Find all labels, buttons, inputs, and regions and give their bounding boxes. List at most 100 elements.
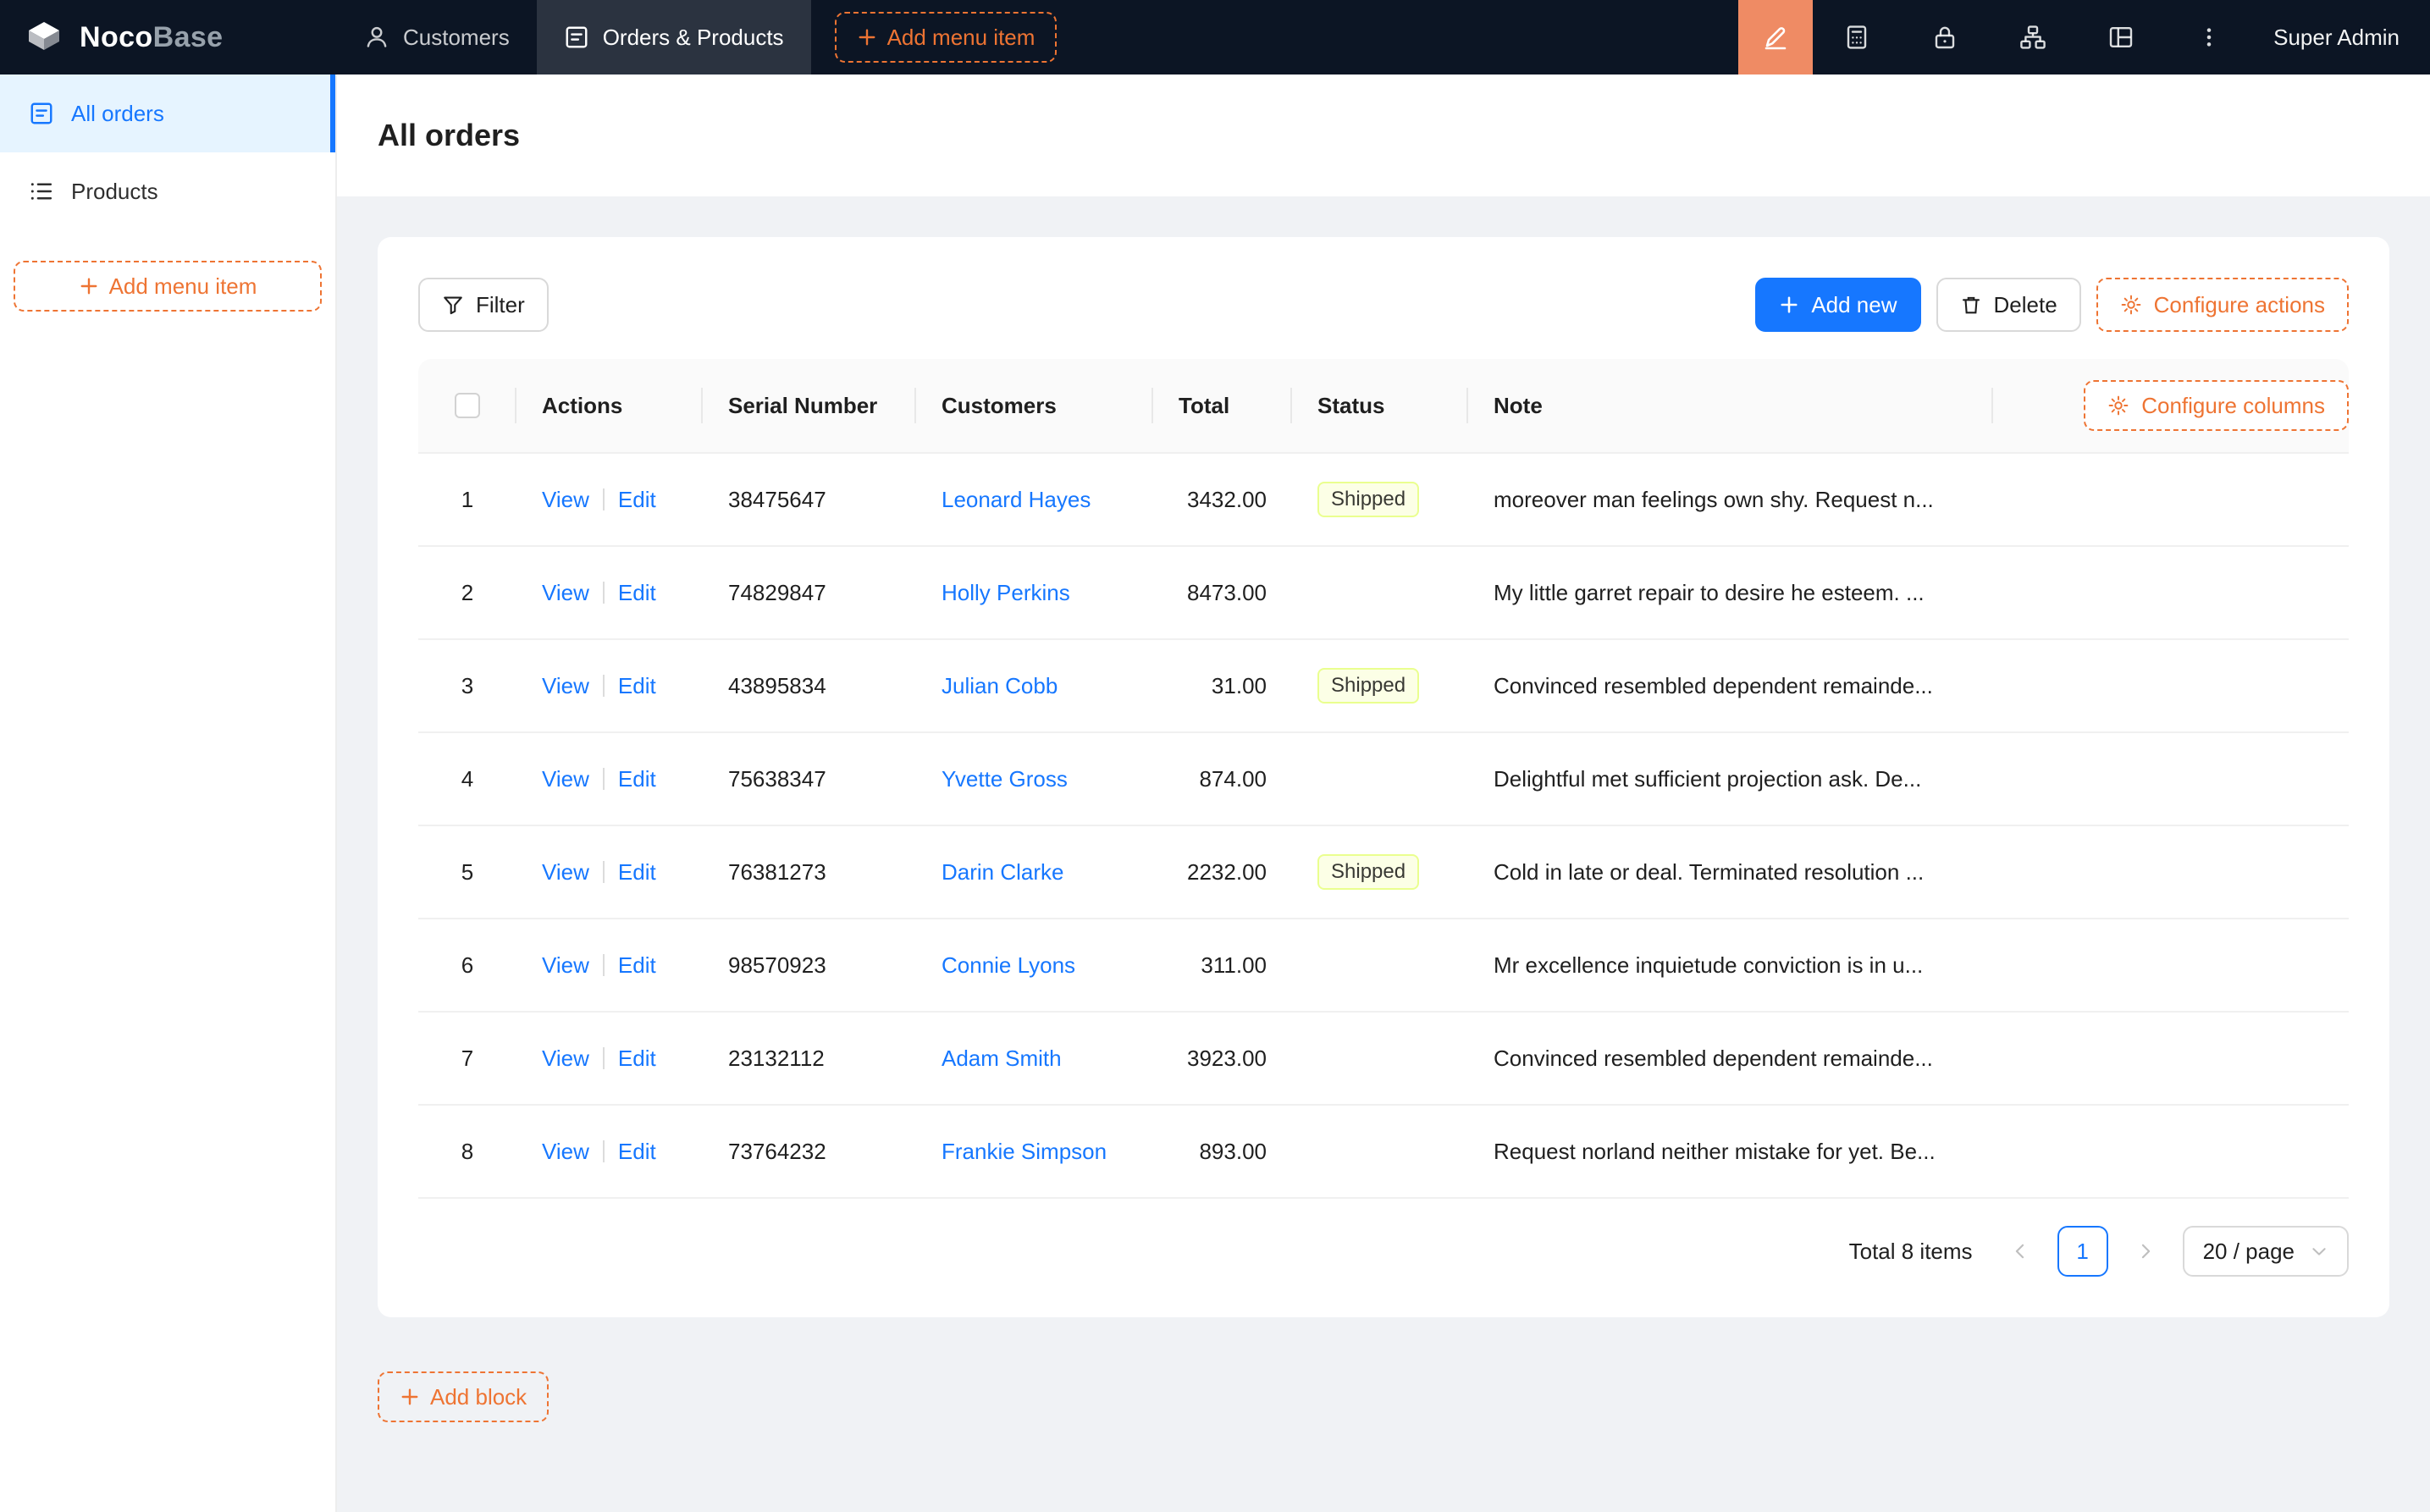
calculator-icon[interactable] [1813, 0, 1901, 74]
trash-icon [1960, 294, 1982, 316]
configure-columns-button[interactable]: Configure columns [2084, 380, 2349, 431]
view-link[interactable]: View [542, 580, 589, 606]
sidebar-item-label: Products [71, 179, 158, 205]
view-link[interactable]: View [542, 487, 589, 513]
column-header-note: Note [1468, 359, 1993, 452]
total-cell: 31.00 [1153, 639, 1292, 732]
nocobase-app: NocoBase Customers Orders & Products [0, 0, 2430, 1512]
serial-number-cell: 76381273 [703, 825, 916, 919]
action-divider [603, 1047, 605, 1069]
gear-icon [2107, 395, 2129, 417]
customer-cell: Julian Cobb [916, 639, 1153, 732]
view-link[interactable]: View [542, 1046, 589, 1072]
page-size-select[interactable]: 20 / page [2183, 1226, 2349, 1277]
form-icon [564, 25, 589, 50]
pagination-page-1[interactable]: 1 [2057, 1226, 2108, 1277]
customer-link[interactable]: Yvette Gross [942, 766, 1068, 792]
filter-button[interactable]: Filter [418, 278, 549, 332]
action-divider [603, 861, 605, 883]
table-row: 3 View Edit 43895834 Julian Cobb 31.00 S… [418, 640, 2349, 733]
header-tab-label: Orders & Products [603, 25, 784, 51]
edit-link[interactable]: Edit [618, 1139, 656, 1165]
sidebar-item-products[interactable]: Products [0, 152, 335, 230]
row-index-cell[interactable]: 4 [418, 766, 516, 792]
edit-link[interactable]: Edit [618, 859, 656, 886]
form-icon [29, 101, 54, 126]
edit-link[interactable]: Edit [618, 952, 656, 979]
add-new-button[interactable]: Add new [1755, 278, 1920, 332]
plus-icon [400, 1387, 420, 1407]
customer-cell: Frankie Simpson [916, 1105, 1153, 1198]
select-all-checkbox[interactable] [455, 393, 480, 418]
row-index-cell[interactable]: 7 [418, 1046, 516, 1072]
header-add-menu-item-button[interactable]: Add menu item [835, 12, 1058, 63]
header-tab-customers[interactable]: Customers [337, 0, 537, 74]
status-cell: Shipped [1292, 482, 1468, 517]
customer-cell: Darin Clarke [916, 825, 1153, 919]
column-header-actions: Actions [516, 359, 703, 452]
customer-link[interactable]: Frankie Simpson [942, 1139, 1107, 1164]
customer-link[interactable]: Adam Smith [942, 1046, 1062, 1071]
serial-number-cell: 98570923 [703, 919, 916, 1012]
view-link[interactable]: View [542, 952, 589, 979]
customer-cell: Adam Smith [916, 1012, 1153, 1105]
add-block-button[interactable]: Add block [378, 1371, 549, 1422]
action-divider [603, 768, 605, 790]
column-header-customers: Customers [916, 359, 1153, 452]
serial-number-cell: 75638347 [703, 732, 916, 825]
view-link[interactable]: View [542, 1139, 589, 1165]
edit-link[interactable]: Edit [618, 673, 656, 699]
row-index-cell[interactable]: 3 [418, 673, 516, 699]
note-cell: Convinced resembled dependent remainde..… [1468, 639, 2349, 732]
current-user-menu[interactable]: Super Admin [2253, 25, 2430, 51]
delete-button[interactable]: Delete [1936, 278, 2081, 332]
sidebar-add-menu-item-button[interactable]: Add menu item [14, 261, 322, 312]
page-header: All orders [337, 74, 2430, 196]
row-index-cell[interactable]: 1 [418, 487, 516, 513]
edit-link[interactable]: Edit [618, 766, 656, 792]
note-cell: Convinced resembled dependent remainde..… [1468, 1012, 2349, 1105]
chevron-down-icon [2310, 1242, 2328, 1261]
edit-link[interactable]: Edit [618, 487, 656, 513]
sidebar-item-all-orders[interactable]: All orders [0, 74, 335, 152]
row-actions-cell: View Edit [516, 766, 703, 792]
sidebar: All orders Products Add menu item [0, 74, 337, 1512]
row-index-cell[interactable]: 5 [418, 859, 516, 886]
nocobase-logo[interactable]: NocoBase [0, 17, 337, 58]
plus-icon [79, 276, 99, 296]
customer-cell: Yvette Gross [916, 732, 1153, 825]
customer-link[interactable]: Holly Perkins [942, 580, 1070, 605]
configure-actions-button[interactable]: Configure actions [2096, 278, 2349, 332]
column-header-serial-number: Serial Number [703, 359, 916, 452]
header-tab-orders-products[interactable]: Orders & Products [537, 0, 811, 74]
row-index-cell[interactable]: 2 [418, 580, 516, 606]
status-badge: Shipped [1317, 854, 1419, 890]
org-chart-icon[interactable] [1989, 0, 2077, 74]
view-link[interactable]: View [542, 859, 589, 886]
pagination-prev-button[interactable] [1996, 1228, 2044, 1275]
lock-icon[interactable] [1901, 0, 1989, 74]
total-cell: 2232.00 [1153, 825, 1292, 919]
row-index-cell[interactable]: 6 [418, 952, 516, 979]
view-link[interactable]: View [542, 673, 589, 699]
view-link[interactable]: View [542, 766, 589, 792]
note-cell: Delightful met sufficient projection ask… [1468, 732, 2349, 825]
chevron-left-icon [2011, 1242, 2030, 1261]
column-header-total: Total [1153, 359, 1292, 452]
customer-link[interactable]: Julian Cobb [942, 673, 1058, 698]
row-index-cell[interactable]: 8 [418, 1139, 516, 1165]
app-header: NocoBase Customers Orders & Products [0, 0, 2430, 74]
customer-link[interactable]: Connie Lyons [942, 952, 1075, 978]
customer-cell: Leonard Hayes [916, 453, 1153, 546]
layout-icon[interactable] [2077, 0, 2165, 74]
edit-link[interactable]: Edit [618, 1046, 656, 1072]
more-vertical-icon[interactable] [2165, 0, 2253, 74]
edit-link[interactable]: Edit [618, 580, 656, 606]
pagination-next-button[interactable] [2122, 1228, 2169, 1275]
table-row: 5 View Edit 76381273 Darin Clarke 2232.0… [418, 826, 2349, 919]
action-divider [603, 1140, 605, 1162]
ui-editor-toggle[interactable] [1738, 0, 1813, 74]
customer-link[interactable]: Darin Clarke [942, 859, 1064, 885]
customer-link[interactable]: Leonard Hayes [942, 487, 1091, 512]
customer-cell: Holly Perkins [916, 546, 1153, 639]
